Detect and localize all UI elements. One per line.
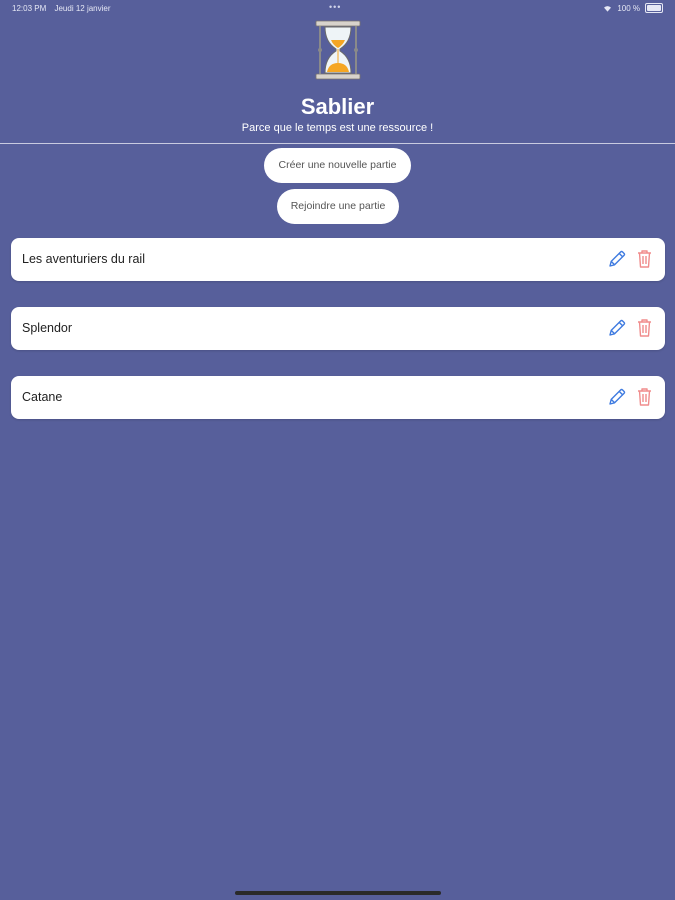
game-name: Les aventuriers du rail [22,252,145,266]
header-divider [0,143,675,144]
hourglass-icon [315,20,361,80]
app-subtitle: Parce que le temps est une ressource ! [241,122,434,134]
wifi-icon [604,5,612,12]
multitasking-dots[interactable]: ••• [329,2,341,12]
trash-icon[interactable] [637,318,652,338]
pencil-icon[interactable] [607,318,627,338]
battery-icon [645,3,663,13]
game-name: Catane [22,390,63,404]
pencil-icon[interactable] [607,387,627,407]
status-bar: 12:03 PM Jeudi 12 janvier ••• 100 % [0,0,675,16]
trash-icon[interactable] [637,387,652,407]
status-left: 12:03 PM Jeudi 12 janvier [12,4,117,13]
battery-percent: 100 % [617,3,640,13]
status-time: 12:03 PM [12,4,47,13]
pencil-icon[interactable] [607,249,627,269]
status-right: 100 % [603,3,663,13]
status-date: Jeudi 12 janvier [54,4,111,13]
game-name: Splendor [22,321,73,335]
game-row[interactable]: Les aventuriers du rail [11,238,665,281]
trash-icon[interactable] [637,249,652,269]
game-row[interactable]: Catane [11,376,665,419]
app-title: Sablier [300,94,375,119]
create-game-button[interactable]: Créer une nouvelle partie [264,148,411,183]
game-row[interactable]: Splendor [11,307,665,350]
join-game-button[interactable]: Rejoindre une partie [277,189,399,224]
home-indicator[interactable] [235,891,441,895]
